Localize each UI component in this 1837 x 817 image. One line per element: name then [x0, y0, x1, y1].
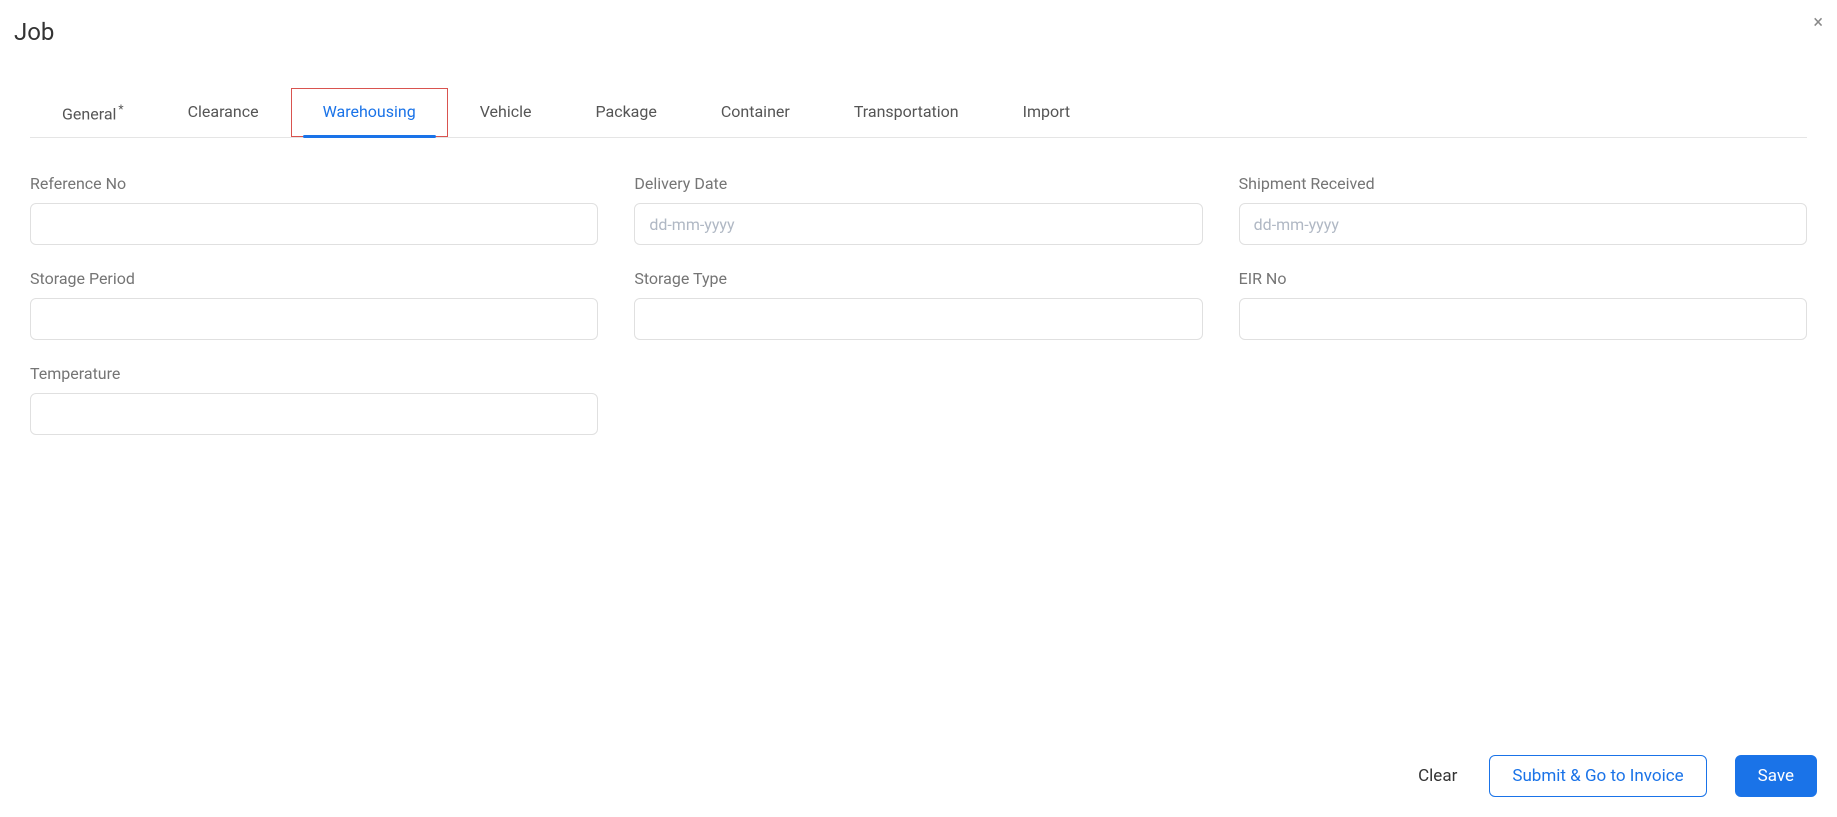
tab-vehicle[interactable]: Vehicle — [448, 88, 564, 137]
tab-import[interactable]: Import — [991, 88, 1103, 137]
required-asterisk: * — [118, 102, 123, 116]
tab-label: Transportation — [854, 102, 959, 121]
tab-package[interactable]: Package — [563, 88, 688, 137]
form-row: Reference No Delivery Date Shipment Rece… — [30, 174, 1807, 245]
job-dialog: Job × General* Clearance Warehousing Veh… — [0, 0, 1837, 817]
storage-period-input[interactable] — [30, 298, 598, 340]
save-button[interactable]: Save — [1735, 755, 1817, 797]
delivery-date-input[interactable] — [634, 203, 1202, 245]
form-row: Temperature — [30, 364, 1807, 435]
reference-no-input[interactable] — [30, 203, 598, 245]
tab-label: Import — [1023, 102, 1071, 121]
tab-container[interactable]: Container — [689, 88, 822, 137]
dialog-footer: Clear Submit & Go to Invoice Save — [1414, 755, 1817, 797]
field-label: Temperature — [30, 364, 598, 383]
field-storage-type: Storage Type — [634, 269, 1202, 340]
warehousing-form: Reference No Delivery Date Shipment Rece… — [14, 138, 1823, 435]
tab-label: General — [62, 104, 116, 123]
field-temperature: Temperature — [30, 364, 598, 435]
dialog-header: Job — [14, 14, 1823, 46]
clear-button[interactable]: Clear — [1414, 756, 1461, 796]
field-eir-no: EIR No — [1239, 269, 1807, 340]
tab-clearance[interactable]: Clearance — [156, 88, 291, 137]
field-storage-period: Storage Period — [30, 269, 598, 340]
field-label: Storage Type — [634, 269, 1202, 288]
close-icon[interactable]: × — [1809, 10, 1827, 36]
shipment-received-input[interactable] — [1239, 203, 1807, 245]
field-label: Storage Period — [30, 269, 598, 288]
eir-no-input[interactable] — [1239, 298, 1807, 340]
field-delivery-date: Delivery Date — [634, 174, 1202, 245]
form-row: Storage Period Storage Type EIR No — [30, 269, 1807, 340]
tab-label: Container — [721, 102, 790, 121]
tab-general[interactable]: General* — [30, 88, 156, 137]
storage-type-input[interactable] — [634, 298, 1202, 340]
field-label: Delivery Date — [634, 174, 1202, 193]
temperature-input[interactable] — [30, 393, 598, 435]
field-reference-no: Reference No — [30, 174, 598, 245]
tabs-container: General* Clearance Warehousing Vehicle P… — [30, 88, 1807, 138]
tabs: General* Clearance Warehousing Vehicle P… — [30, 88, 1807, 138]
submit-go-to-invoice-button[interactable]: Submit & Go to Invoice — [1489, 755, 1706, 797]
field-label: Reference No — [30, 174, 598, 193]
page-title: Job — [14, 18, 54, 46]
tab-warehousing[interactable]: Warehousing — [291, 88, 448, 137]
field-label: Shipment Received — [1239, 174, 1807, 193]
tab-label: Clearance — [188, 102, 259, 121]
tab-label: Warehousing — [323, 102, 416, 121]
field-shipment-received: Shipment Received — [1239, 174, 1807, 245]
tab-label: Package — [595, 102, 656, 121]
tab-transportation[interactable]: Transportation — [822, 88, 991, 137]
tab-label: Vehicle — [480, 102, 532, 121]
field-label: EIR No — [1239, 269, 1807, 288]
